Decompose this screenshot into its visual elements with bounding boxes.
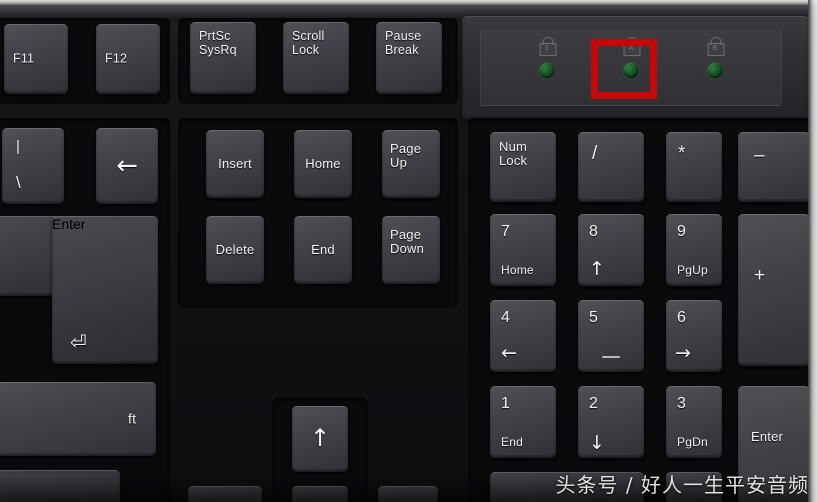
- key-numpad-2[interactable]: 2 ↓: [578, 386, 644, 458]
- key-numpad-minus[interactable]: –: [738, 132, 810, 202]
- key-end-label: End: [311, 241, 335, 257]
- key-numpad-1[interactable]: 1 End: [490, 386, 556, 458]
- key-backspace[interactable]: ←: [96, 128, 158, 204]
- num-lock-led-dot: [539, 63, 555, 78]
- key-num-lock-label: Num Lock: [499, 139, 528, 169]
- key-pause-break[interactable]: Pause Break: [376, 22, 442, 94]
- keyboard-photo: F11 F12 PrtSc SysRq Scroll Lock Pause Br…: [0, 0, 817, 502]
- enter-return-arrow-icon: ⏎: [70, 330, 87, 354]
- key-numpad-2-number: 2: [589, 395, 599, 412]
- key-f12-label: F12: [105, 51, 128, 66]
- key-numpad-3[interactable]: 3 PgDn: [666, 386, 722, 458]
- key-numpad-enter-label: Enter: [751, 429, 784, 444]
- key-numpad-multiply[interactable]: *: [666, 132, 722, 202]
- key-insert[interactable]: Insert: [206, 130, 264, 198]
- numpad-2-arrow-down-icon: ↓: [589, 432, 605, 455]
- key-numpad-1-sublabel: End: [501, 435, 523, 450]
- watermark-text: 头条号 / 好人一生平安音频: [555, 473, 809, 497]
- key-numpad-7-sublabel: Home: [501, 263, 534, 278]
- key-backslash-pipe: |: [16, 138, 21, 155]
- key-numpad-3-sublabel: PgDn: [677, 435, 708, 450]
- key-numpad-5[interactable]: 5: [578, 300, 644, 372]
- chassis-top-edge-highlight: [0, 0, 817, 6]
- key-numpad-3-number: 3: [677, 395, 687, 412]
- key-insert-label: Insert: [218, 155, 252, 171]
- key-page-down[interactable]: Page Down: [382, 216, 440, 284]
- key-numpad-multiply-label: *: [678, 143, 686, 164]
- key-numpad-6-number: 6: [677, 309, 687, 326]
- key-scroll-lock-label: Scroll Lock: [292, 29, 325, 57]
- scroll-lock-glyph-letter: B: [712, 44, 718, 52]
- key-backslash[interactable]: | \: [2, 128, 64, 204]
- key-f11[interactable]: F11: [4, 24, 68, 94]
- numpad-6-arrow-right-icon: →: [675, 342, 691, 365]
- chassis-right-edge-highlight: [808, 0, 817, 502]
- key-arrow-up[interactable]: ↑: [292, 406, 348, 472]
- key-delete-label: Delete: [215, 241, 255, 257]
- key-shift-right[interactable]: ft: [0, 382, 156, 456]
- backspace-arrow-icon: ←: [116, 150, 138, 181]
- key-numpad-8-number: 8: [589, 223, 599, 240]
- key-numpad-4[interactable]: 4 ←: [490, 300, 556, 372]
- numpad-8-arrow-up-icon: ↑: [589, 258, 605, 281]
- key-numpad-plus[interactable]: +: [738, 214, 810, 366]
- key-numpad-divide-label: /: [592, 143, 598, 164]
- key-home[interactable]: Home: [294, 130, 352, 198]
- num-lock-padlock-icon: 1: [539, 37, 557, 56]
- key-shift-right-label: ft: [128, 410, 137, 427]
- key-numpad-1-number: 1: [501, 395, 511, 412]
- key-delete[interactable]: Delete: [206, 216, 264, 284]
- key-numpad-7-number: 7: [501, 223, 511, 240]
- key-num-lock[interactable]: Num Lock: [490, 132, 556, 202]
- key-numpad-4-number: 4: [501, 309, 511, 326]
- num-lock-indicator: 1: [515, 35, 579, 101]
- key-pause-break-label: Pause Break: [385, 29, 422, 57]
- key-numpad-plus-label: +: [754, 265, 766, 286]
- key-f12[interactable]: F12: [96, 24, 160, 94]
- key-numpad-divide[interactable]: /: [578, 132, 644, 202]
- num-lock-glyph-letter: 1: [545, 44, 549, 52]
- key-print-screen-label: PrtSc SysRq: [199, 29, 237, 57]
- key-f11-label: F11: [13, 51, 35, 66]
- scroll-lock-indicator: B: [683, 35, 747, 101]
- key-numpad-8[interactable]: 8 ↑: [578, 214, 644, 286]
- key-end[interactable]: End: [294, 216, 352, 284]
- key-home-label: Home: [305, 155, 341, 171]
- key-page-up[interactable]: Page Up: [382, 130, 440, 198]
- key-backslash-slash: \: [16, 172, 21, 192]
- key-page-down-label: Page Down: [390, 227, 425, 257]
- key-scroll-lock[interactable]: Scroll Lock: [283, 22, 349, 94]
- arrow-up-icon: ↑: [309, 424, 331, 453]
- key-numpad-minus-label: –: [754, 145, 765, 166]
- numpad-4-arrow-left-icon: ←: [501, 342, 517, 365]
- key-enter-main-label: Enter: [52, 216, 86, 232]
- key-print-screen[interactable]: PrtSc SysRq: [190, 22, 256, 94]
- key-numpad-6[interactable]: 6 →: [666, 300, 722, 372]
- key-numpad-7[interactable]: 7 Home: [490, 214, 556, 286]
- key-page-up-label: Page Up: [390, 141, 422, 171]
- key-numpad-9[interactable]: 9 PgUp: [666, 214, 722, 286]
- scroll-lock-led-dot: [707, 63, 723, 78]
- numpad-5-homing-bar: [602, 356, 620, 358]
- key-numpad-9-number: 9: [677, 223, 687, 240]
- scroll-lock-padlock-icon: B: [707, 37, 725, 56]
- red-highlight-box: [591, 39, 657, 99]
- key-numpad-5-number: 5: [589, 309, 599, 326]
- key-enter-main[interactable]: Enter: [52, 216, 158, 364]
- key-numpad-9-sublabel: PgUp: [677, 263, 708, 278]
